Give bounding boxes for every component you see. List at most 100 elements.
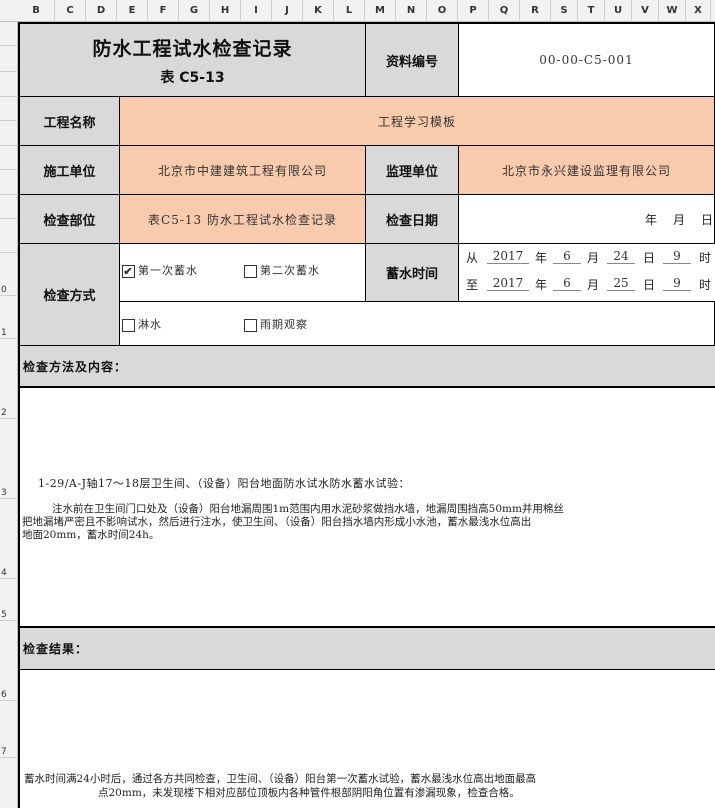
column-header-u[interactable]: U <box>605 0 632 22</box>
to-day-unit: 日 <box>643 278 656 292</box>
from-year-unit: 年 <box>535 251 548 265</box>
column-header-s[interactable]: S <box>551 0 578 22</box>
row-header-label: 4 <box>1 568 7 578</box>
from-label: 从 <box>466 251 479 265</box>
checkbox-second-storage[interactable] <box>244 264 257 278</box>
result-label: 检查结果： <box>23 642 89 656</box>
to-month[interactable]: 6 <box>553 276 581 291</box>
row-header-cell[interactable] <box>0 146 18 170</box>
project-label: 工程名称 <box>18 97 120 146</box>
column-header-n[interactable]: N <box>396 0 427 22</box>
option-sprinkle-label: 淋水 <box>138 318 162 331</box>
column-header-h[interactable]: H <box>210 0 241 22</box>
result-line-2: 点20mm，未发现楼下相对应部位顶板内各种管件根部阴阳角位置有渗漏现象，检查合格… <box>98 787 520 799</box>
column-header-r[interactable]: R <box>520 0 551 22</box>
row-header-cell[interactable] <box>0 170 18 195</box>
content-line-1: 1-29/A-J轴17～18层卫生间、（设备）阳台地面防水试水防水蓄水试验： <box>38 477 410 490</box>
row-header-cell[interactable] <box>0 72 18 97</box>
row-header-cell[interactable]: 4 <box>0 499 18 579</box>
checkbox-sprinkle[interactable] <box>122 318 135 332</box>
project-value[interactable]: 工程学习模板 <box>120 97 715 146</box>
location-label: 检查部位 <box>18 195 120 244</box>
to-label: 至 <box>466 278 479 292</box>
row-header-cell[interactable] <box>0 195 18 219</box>
row-header-cell[interactable]: 3 <box>0 419 18 499</box>
from-year[interactable]: 2017 <box>487 249 529 264</box>
column-header-i[interactable]: I <box>241 0 272 22</box>
column-header-w[interactable]: W <box>659 0 686 22</box>
check-date-month-unit: 月 <box>673 213 686 227</box>
content-body[interactable]: 1-29/A-J轴17～18层卫生间、（设备）阳台地面防水试水防水蓄水试验： 注… <box>18 388 715 628</box>
row-header-label: 0 <box>1 285 7 295</box>
option-second-storage[interactable]: 第二次蓄水 <box>244 262 320 278</box>
to-day[interactable]: 25 <box>607 276 635 291</box>
doc-no-label: 资料编号 <box>366 22 459 97</box>
storage-time-values: 从 2017 年 6 月 24 日 9 时 至 2017 年 6 月 25 日 … <box>459 244 715 302</box>
column-header-e[interactable]: E <box>117 0 148 22</box>
column-header-l[interactable]: L <box>334 0 365 22</box>
checkbox-first-storage[interactable]: ✔ <box>122 264 135 278</box>
row-header-label: 1 <box>1 328 7 338</box>
result-line-1: 蓄水时间满24小时后，通过各方共同检查，卫生间、（设备）阳台第一次蓄水试验，蓄水… <box>24 773 537 785</box>
to-year-unit: 年 <box>535 278 548 292</box>
row-header-cell[interactable] <box>0 22 18 46</box>
option-first-storage[interactable]: ✔ 第一次蓄水 <box>122 262 198 278</box>
supervisor-value[interactable]: 北京市永兴建设监理有限公司 <box>459 146 715 195</box>
form-title: 防水工程试水检查记录 <box>92 37 293 60</box>
column-header-m[interactable]: M <box>365 0 396 22</box>
location-value[interactable]: 表C5-13 防水工程试水检查记录 <box>120 195 366 244</box>
check-date-value[interactable]: 年 月 日 <box>459 195 715 244</box>
checkbox-rain-observe[interactable] <box>244 318 257 332</box>
method-label: 检查方式 <box>18 244 120 346</box>
doc-no-value[interactable]: 00-00-C5-001 <box>459 22 715 97</box>
to-year[interactable]: 2017 <box>487 276 529 291</box>
from-month[interactable]: 6 <box>553 249 581 264</box>
column-header-bar: BCDEFGHIJKLMNOPQRSTUVWX <box>0 0 715 22</box>
from-day-unit: 日 <box>643 251 656 265</box>
storage-time-label: 蓄水时间 <box>366 244 459 302</box>
option-sprinkle[interactable]: 淋水 <box>122 316 162 332</box>
row-header-cell[interactable] <box>0 219 18 253</box>
to-hour-unit: 时 <box>699 278 712 292</box>
contractor-value[interactable]: 北京市中建建筑工程有限公司 <box>120 146 366 195</box>
content-line-4: 地面20mm，蓄水时间24h。 <box>22 529 160 541</box>
row-header-cell[interactable]: 0 <box>0 253 18 296</box>
from-hour-unit: 时 <box>699 251 712 265</box>
column-header-v[interactable]: V <box>632 0 659 22</box>
column-header-d[interactable]: D <box>86 0 117 22</box>
column-header-p[interactable]: P <box>458 0 489 22</box>
method-options-bottom: 淋水 雨期观察 <box>120 302 715 346</box>
row-header-cell[interactable]: 6 <box>0 621 18 701</box>
option-rain-observe[interactable]: 雨期观察 <box>244 316 308 332</box>
row-header-label: 7 <box>1 747 7 757</box>
row-header-label: 5 <box>1 610 7 620</box>
from-month-unit: 月 <box>587 251 600 265</box>
content-label-cell: 检查方法及内容： <box>18 346 715 388</box>
column-header-o[interactable]: O <box>427 0 458 22</box>
check-date-day-unit: 日 <box>701 213 714 227</box>
column-header-g[interactable]: G <box>179 0 210 22</box>
from-hour[interactable]: 9 <box>663 249 691 264</box>
column-header-f[interactable]: F <box>148 0 179 22</box>
column-header-q[interactable]: Q <box>489 0 520 22</box>
column-header-b[interactable]: B <box>18 0 55 22</box>
row-header-cell[interactable]: 5 <box>0 579 18 621</box>
to-hour[interactable]: 9 <box>663 276 691 291</box>
form-subtitle: 表 C5-13 <box>160 69 225 86</box>
column-header-x[interactable]: X <box>686 0 711 22</box>
result-label-cell: 检查结果： <box>18 628 715 670</box>
row-header-cell[interactable]: 1 <box>0 296 18 339</box>
from-day[interactable]: 24 <box>607 249 635 264</box>
method-options-top: ✔ 第一次蓄水 第二次蓄水 <box>120 244 366 302</box>
result-body[interactable]: 蓄水时间满24小时后，通过各方共同检查，卫生间、（设备）阳台第一次蓄水试验，蓄水… <box>18 670 715 808</box>
column-header-k[interactable]: K <box>303 0 334 22</box>
row-header-cell[interactable] <box>0 97 18 121</box>
row-header-cell[interactable]: 7 <box>0 701 18 758</box>
column-header-t[interactable]: T <box>578 0 605 22</box>
row-header-cell[interactable] <box>0 121 18 146</box>
row-header-label: 2 <box>1 408 7 418</box>
column-header-c[interactable]: C <box>55 0 86 22</box>
row-header-cell[interactable] <box>0 46 18 72</box>
row-header-cell[interactable]: 2 <box>0 339 18 419</box>
column-header-j[interactable]: J <box>272 0 303 22</box>
